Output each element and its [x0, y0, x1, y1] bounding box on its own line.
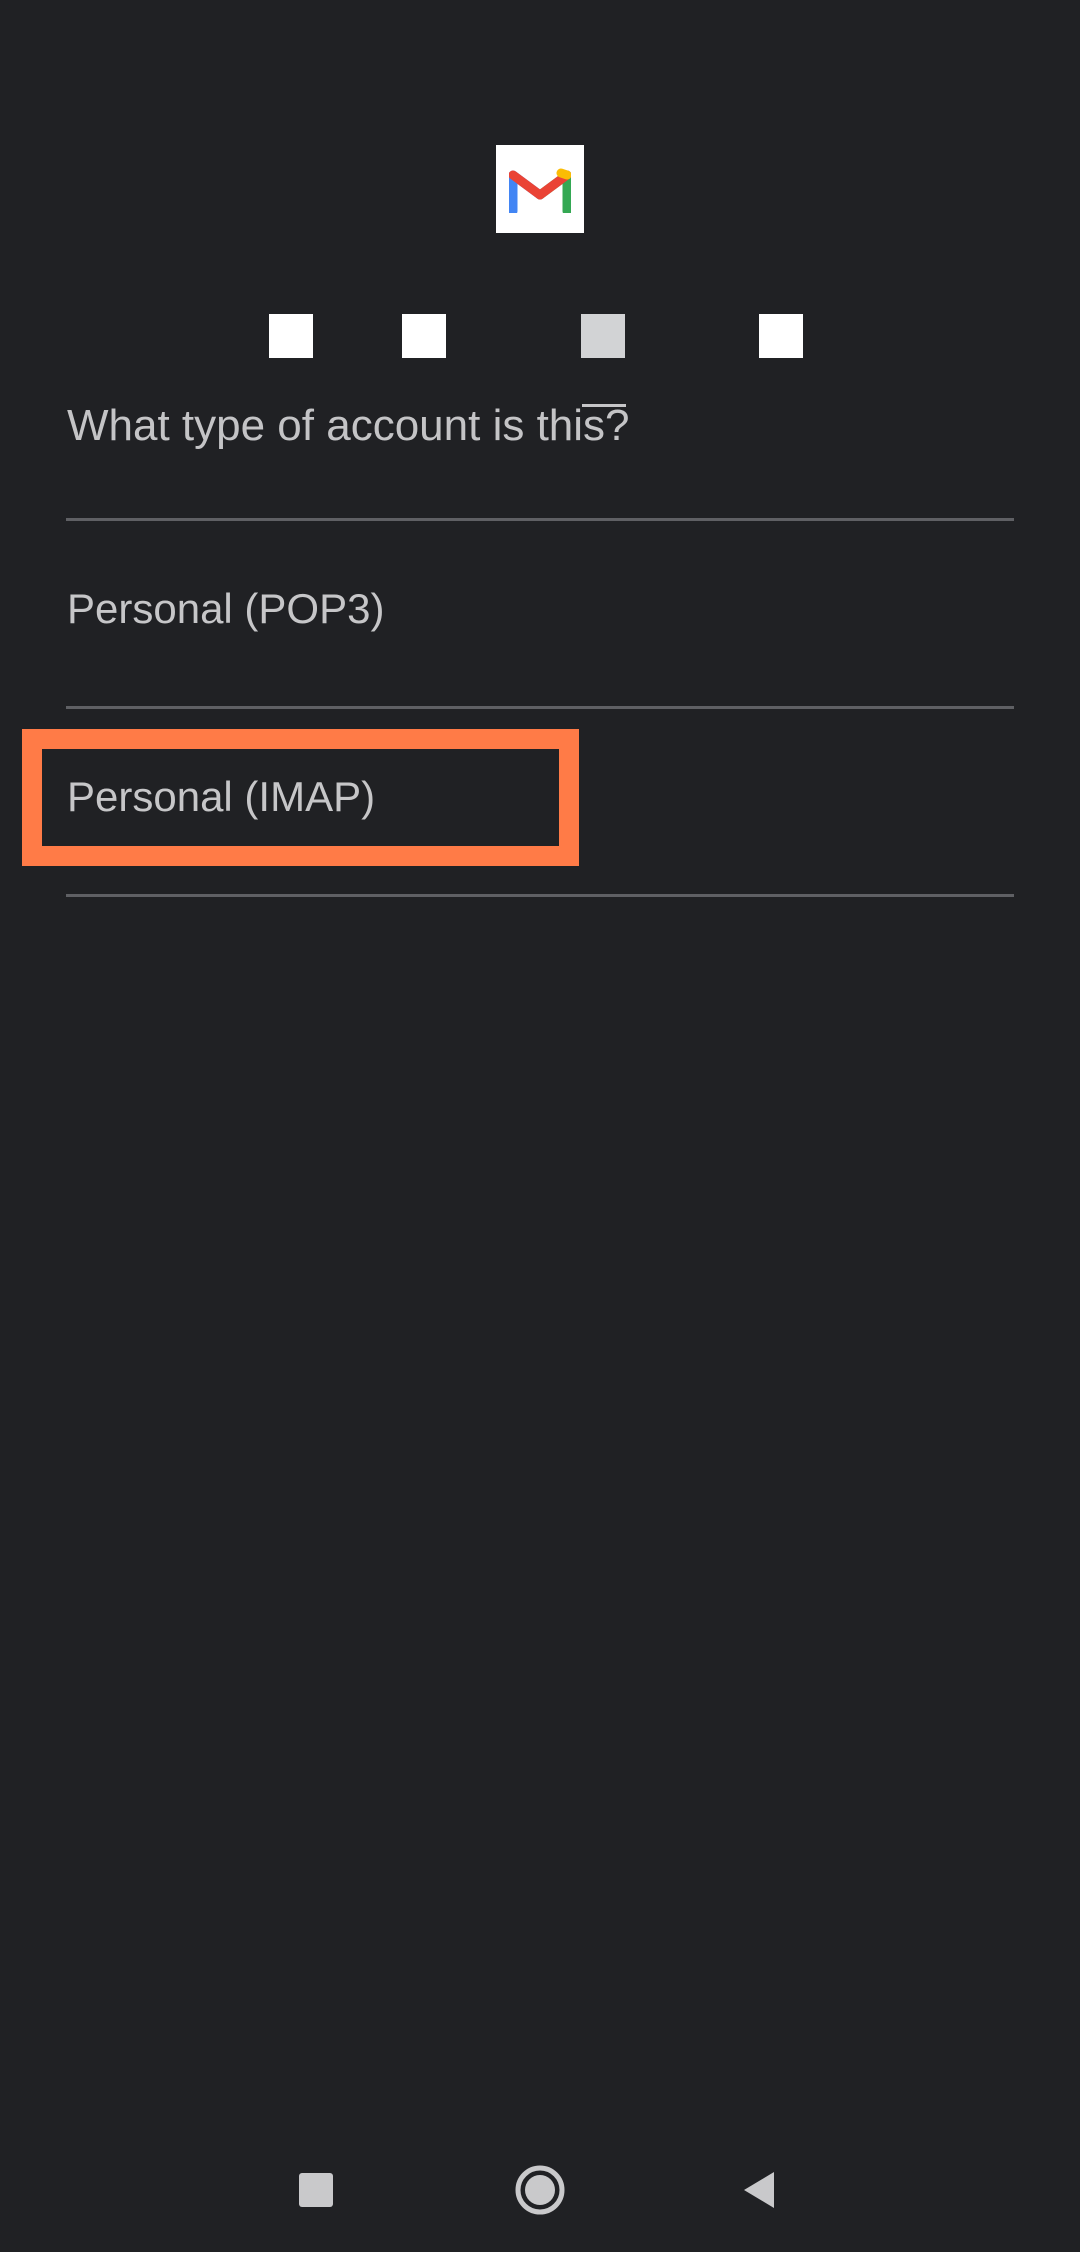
progress-step-3 — [581, 314, 625, 358]
option-label: Personal (POP3) — [67, 585, 385, 632]
progress-step-2 — [402, 314, 446, 358]
divider-top — [66, 518, 1014, 521]
page-title: What type of account is this? — [67, 401, 630, 450]
progress-step-4 — [759, 314, 803, 358]
option-label: Personal (IMAP) — [67, 773, 376, 820]
gmail-logo-icon — [496, 145, 584, 233]
divider-bottom — [66, 894, 1014, 897]
square-recents-icon[interactable] — [256, 2130, 376, 2250]
option-personal-imap[interactable]: Personal (IMAP) — [66, 722, 1014, 872]
option-personal-pop3[interactable]: Personal (POP3) — [66, 534, 1014, 684]
navigation-bar — [0, 2130, 1080, 2252]
progress-step-1 — [269, 314, 313, 358]
divider-middle — [66, 706, 1014, 709]
circle-home-icon[interactable] — [480, 2130, 600, 2250]
triangle-back-icon[interactable] — [700, 2130, 820, 2250]
